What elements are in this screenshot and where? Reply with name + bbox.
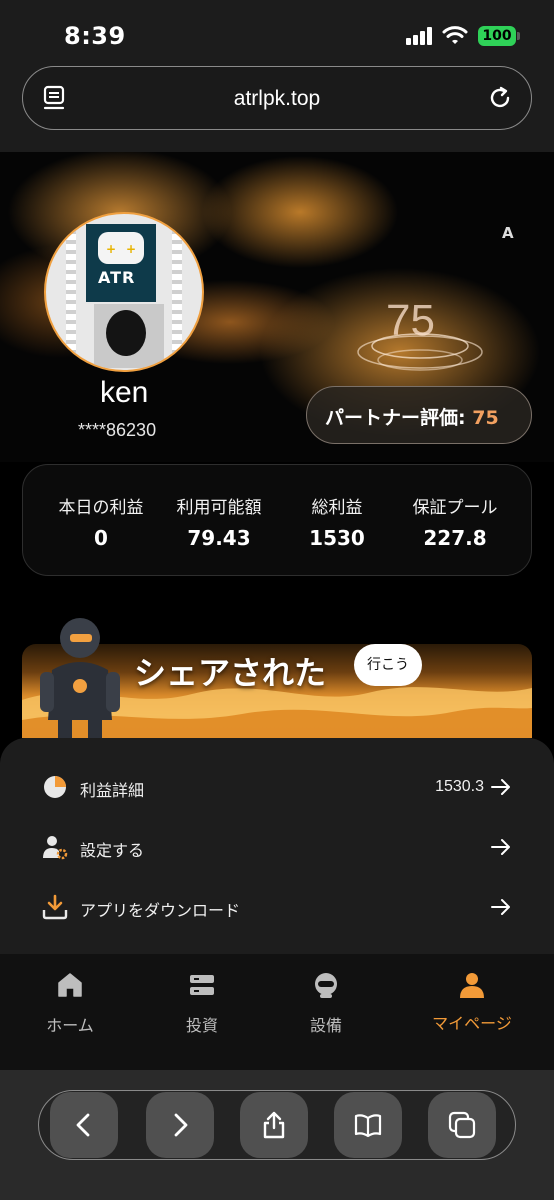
partner-rating-text: パートナー評価: 75	[325, 403, 499, 430]
menu-item-download-app[interactable]: アプリをダウンロード	[0, 882, 554, 932]
stat-total-profit: 総利益 1530	[277, 493, 397, 550]
download-icon	[42, 894, 68, 920]
menu-value: 1530.3	[435, 778, 484, 795]
tabs-icon	[448, 1111, 476, 1139]
nav-equipment[interactable]: 設備	[276, 970, 376, 1036]
nav-label: マイページ	[432, 1014, 512, 1033]
pie-chart-icon	[44, 776, 66, 798]
avatar-face-blur	[106, 310, 146, 356]
partner-rating-badge[interactable]: パートナー評価: 75	[306, 386, 532, 444]
menu-item-profit-details[interactable]: 利益詳細 1530.3	[0, 762, 554, 812]
browser-toolbar	[0, 1070, 554, 1200]
username: ken	[100, 376, 149, 409]
address-bar[interactable]: atrlpk.top	[22, 66, 532, 130]
stat-value: 1530	[309, 526, 365, 550]
robot-mascot-icon	[40, 618, 120, 738]
battery-tip	[517, 32, 520, 40]
chevron-right-icon	[174, 1113, 188, 1137]
share-banner[interactable]: シェアされた 行こう	[22, 610, 532, 738]
robot-face-icon: + +	[98, 232, 144, 264]
tabs-button[interactable]	[428, 1092, 496, 1158]
nav-label: 設備	[309, 1016, 342, 1035]
menu-label: 利益詳細	[80, 781, 145, 800]
film-strip-right	[172, 214, 182, 370]
back-button[interactable]	[50, 1092, 118, 1158]
stats-card: 本日の利益 0 利用可能額 79.43 総利益 1530 保証プール 227.8	[22, 464, 532, 576]
forward-button[interactable]	[146, 1092, 214, 1158]
stat-value: 79.43	[187, 526, 251, 550]
nav-home[interactable]: ホーム	[20, 970, 120, 1036]
status-bar: 8:39 100	[0, 0, 554, 64]
stat-today-profit: 本日の利益 0	[41, 493, 161, 550]
clock: 8:39	[64, 22, 126, 50]
stat-label: 利用可能額	[176, 498, 262, 518]
menu-sheet: 利益詳細 1530.3 設定する アプリをダウンロード	[0, 738, 554, 954]
nav-mypage[interactable]: マイページ	[420, 970, 524, 1036]
stat-value: 227.8	[423, 526, 487, 550]
cellular-signal-icon	[406, 27, 434, 45]
go-button[interactable]: 行こう	[354, 644, 422, 686]
battery-indicator: 100	[478, 26, 516, 46]
profile-icon	[460, 973, 484, 998]
stat-value: 0	[94, 526, 108, 550]
avatar-brand: ATR	[98, 268, 136, 287]
user-id: ****86230	[78, 420, 157, 440]
menu-label: アプリをダウンロード	[80, 901, 241, 920]
nav-invest[interactable]: 投資	[152, 970, 252, 1036]
arrow-right-icon	[491, 899, 510, 915]
user-gear-icon	[43, 836, 68, 860]
corner-mark: A	[502, 224, 514, 242]
arrow-right-icon	[491, 839, 510, 855]
browser-address-area: atrlpk.top	[0, 64, 554, 152]
stat-guarantee-pool: 保証プール 227.8	[395, 493, 515, 550]
stat-label: 保証プール	[412, 498, 498, 518]
menu-item-settings[interactable]: 設定する	[0, 822, 554, 872]
partner-rating-score: 75	[472, 407, 499, 429]
bottom-nav: ホーム 投資 設備 マイページ	[0, 954, 554, 1070]
server-icon	[190, 975, 214, 995]
reload-icon[interactable]	[487, 85, 513, 111]
menu-label: 設定する	[80, 841, 145, 860]
chevron-left-icon	[76, 1113, 90, 1137]
home-icon	[58, 973, 82, 997]
stat-label: 総利益	[311, 498, 363, 518]
nav-label: ホーム	[46, 1016, 94, 1035]
wifi-icon	[442, 26, 468, 44]
stat-label: 本日の利益	[58, 498, 144, 518]
url-text[interactable]: atrlpk.top	[23, 87, 531, 111]
nav-label: 投資	[185, 1016, 218, 1035]
avatar[interactable]: + + ATR	[44, 212, 204, 372]
bookmarks-button[interactable]	[334, 1092, 402, 1158]
share-title: シェアされた	[134, 654, 327, 692]
robot-icon	[315, 973, 337, 998]
arrow-right-icon	[491, 779, 510, 795]
partner-rating-label: パートナー評価:	[325, 407, 473, 429]
stat-available: 利用可能額 79.43	[159, 493, 279, 550]
share-button[interactable]	[240, 1092, 308, 1158]
score-display: 75	[386, 296, 435, 345]
share-icon	[263, 1111, 285, 1139]
book-icon	[354, 1114, 382, 1138]
film-strip-left	[66, 214, 76, 370]
